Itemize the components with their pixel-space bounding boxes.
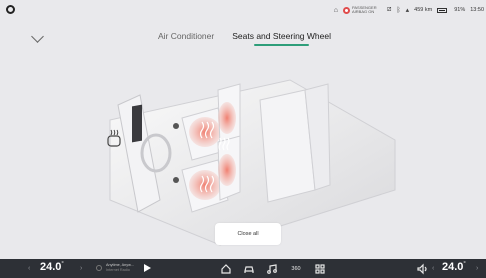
volume-icon[interactable]: [416, 263, 428, 275]
music-icon[interactable]: [266, 263, 278, 275]
airbag-indicator: PASSENGER AIRBAG ON: [343, 4, 382, 15]
close-all-button[interactable]: Close all: [215, 223, 281, 245]
airbag-icon: [343, 6, 350, 14]
battery-icon: [437, 7, 448, 13]
apps-grid-icon[interactable]: [314, 263, 326, 275]
car-interior-illustration: [107, 79, 396, 246]
bluetooth-icon: ᛒ: [396, 6, 401, 14]
camera-off-icon: ⧄: [387, 6, 392, 13]
camera-360-label: 360: [291, 266, 301, 272]
left-temp-down-icon[interactable]: ‹: [28, 265, 30, 272]
brand-logo-icon: [6, 5, 15, 14]
range-text: 459 km: [414, 7, 433, 13]
bell-icon: ⌂: [333, 6, 338, 14]
status-indicators: ⌂ PASSENGER AIRBAG ON ⧄ ᛒ ▴ 459 km 91% 1…: [334, 0, 484, 20]
tab-air-conditioner[interactable]: Air Conditioner: [158, 31, 214, 41]
media-widget[interactable]: Anytime, Anyw... Internet Radio: [96, 263, 151, 272]
left-temperature[interactable]: 24.0°: [40, 261, 64, 273]
status-bar: ⌂ PASSENGER AIRBAG ON ⧄ ᛒ ▴ 459 km 91% 1…: [0, 0, 486, 20]
left-temp-up-icon[interactable]: ›: [80, 265, 82, 272]
home-icon[interactable]: [220, 263, 232, 275]
play-icon[interactable]: [143, 263, 151, 272]
collapse-chevron-icon[interactable]: [31, 30, 44, 43]
tab-bar: Air Conditioner Seats and Steering Wheel: [158, 31, 331, 46]
camera-360-icon[interactable]: 360: [290, 263, 302, 275]
tab-seats-steering[interactable]: Seats and Steering Wheel: [232, 31, 331, 46]
right-temp-up-icon[interactable]: ›: [476, 265, 478, 272]
radio-icon: [96, 264, 102, 271]
right-temperature[interactable]: 24.0°: [442, 261, 466, 273]
right-temp-down-icon[interactable]: ‹: [432, 265, 434, 272]
clock: 13:50: [470, 7, 484, 13]
airbag-status-text: PASSENGER AIRBAG ON: [352, 4, 377, 14]
car-icon[interactable]: [243, 263, 255, 275]
media-subtitle: Internet Radio: [106, 267, 130, 272]
battery-text: 91%: [454, 7, 466, 13]
signal-icon: ▴: [405, 7, 410, 14]
bottom-dock: ‹ 24.0° › Anytime, Anyw... Internet Radi…: [0, 259, 486, 278]
media-title: Anytime, Anyw...: [106, 263, 134, 267]
